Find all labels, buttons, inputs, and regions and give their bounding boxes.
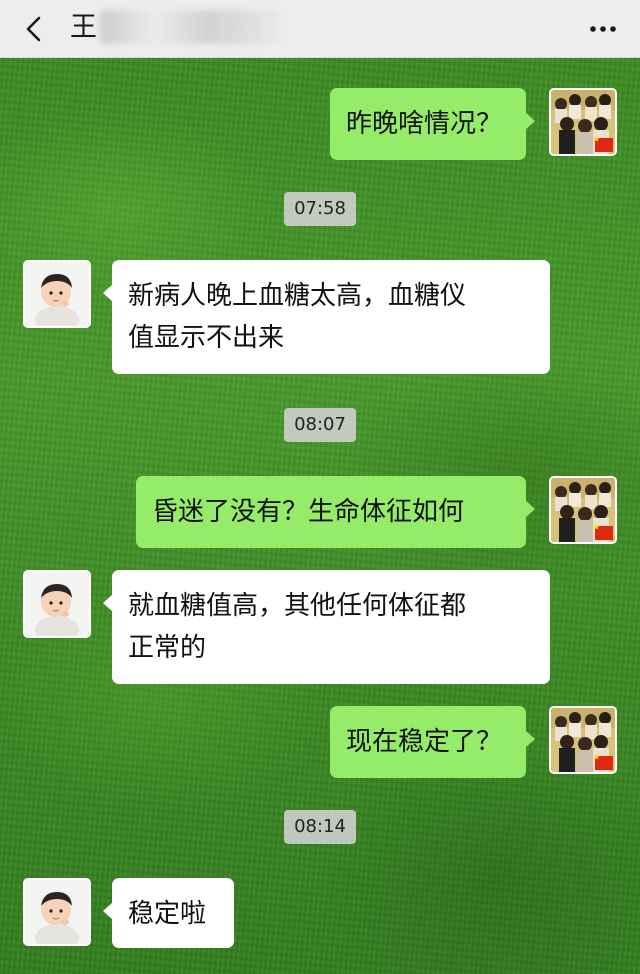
timestamp: 08:14: [284, 810, 356, 844]
child-photo-avatar-image: [25, 262, 89, 326]
outgoing-message[interactable]: 现在稳定了？: [330, 706, 535, 778]
group-photo-avatar-image: [551, 708, 615, 772]
avatar-contact[interactable]: [23, 570, 91, 638]
message-text-line: 就血糖值高，其他任何体征都: [128, 591, 467, 621]
group-photo-avatar-image: [551, 90, 615, 154]
message-text: 昨晚啥情况？: [346, 109, 503, 139]
avatar-self[interactable]: [549, 706, 617, 774]
blurred-contact-name: [100, 10, 280, 44]
avatar-self[interactable]: [549, 88, 617, 156]
incoming-message[interactable]: 新病人晚上血糖太高，血糖仪 值显示不出来: [103, 260, 550, 374]
chat-header: 王: [0, 0, 640, 58]
message-text-line: 正常的: [128, 633, 207, 663]
chevron-left-icon[interactable]: [20, 14, 50, 44]
avatar-contact[interactable]: [23, 878, 91, 946]
timestamp: 08:07: [284, 408, 356, 442]
outgoing-message[interactable]: 昏迷了没有？生命体征如何: [136, 476, 535, 548]
message-text: 稳定啦: [128, 899, 207, 929]
child-photo-avatar-image: [25, 880, 89, 944]
child-photo-avatar-image: [25, 572, 89, 636]
more-dots-icon[interactable]: [588, 14, 618, 44]
message-text: 昏迷了没有？生命体征如何: [152, 497, 465, 527]
message-text-line: 值显示不出来: [128, 323, 285, 353]
message-list[interactable]: 昨晚啥情况？ 07:58 新病人晚上血糖太高，血糖仪 值显示不出来 08:07 …: [0, 58, 640, 974]
outgoing-message[interactable]: 昨晚啥情况？: [330, 88, 535, 160]
incoming-message[interactable]: 就血糖值高，其他任何体征都 正常的: [103, 570, 550, 684]
incoming-message[interactable]: 稳定啦: [103, 878, 234, 948]
message-text-line: 新病人晚上血糖太高，血糖仪: [128, 281, 467, 311]
chat-title: 王: [70, 12, 97, 43]
group-photo-avatar-image: [551, 478, 615, 542]
avatar-contact[interactable]: [23, 260, 91, 328]
avatar-self[interactable]: [549, 476, 617, 544]
timestamp: 07:58: [284, 192, 356, 226]
message-text: 现在稳定了？: [346, 727, 503, 757]
